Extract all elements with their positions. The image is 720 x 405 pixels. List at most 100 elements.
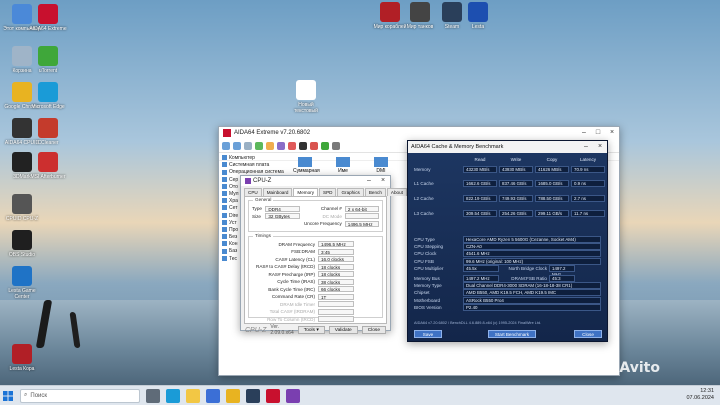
desktop-icon-label: CPUID CPU-Z: [5, 216, 39, 222]
steam-icon[interactable]: [246, 388, 260, 403]
search-input[interactable]: ⌕ Поиск: [20, 388, 140, 403]
report-icon[interactable]: [266, 141, 274, 150]
cpuz-taskbar-icon[interactable]: [286, 388, 300, 403]
info-label: North Bridge Clock: [508, 265, 547, 271]
forward-icon[interactable]: [233, 141, 241, 150]
close-button[interactable]: Close: [361, 326, 386, 334]
download-icon[interactable]: [321, 141, 329, 150]
benchmark-window: AIDA64 Cache & Memory Benchmark – × Read…: [407, 140, 608, 342]
content-item[interactable]: DMI: [369, 157, 393, 174]
aida64-taskbar-icon[interactable]: [266, 388, 280, 403]
timing-value: 16.0 clocks: [318, 256, 354, 263]
close-button[interactable]: ×: [376, 176, 390, 186]
desktop-icon[interactable]: Новый текстовый: [286, 80, 326, 114]
desktop-icon[interactable]: AIDA64 Extreme: [28, 4, 68, 32]
minimize-button[interactable]: –: [362, 176, 376, 186]
start-button[interactable]: [0, 386, 16, 405]
timing-row: RAS# to CAS# Delay (tRCD) 18 clocks: [252, 263, 379, 271]
up-icon[interactable]: [244, 141, 252, 150]
benchmark-titlebar[interactable]: AIDA64 Cache & Memory Benchmark – ×: [408, 141, 607, 153]
tab-spd[interactable]: SPD: [319, 188, 337, 196]
info-row: Memory Type Dual Channel DDR4-3000 SDRAM …: [414, 282, 601, 290]
minimize-button[interactable]: –: [577, 127, 591, 139]
uncore-value: 1496.5 MHz: [344, 220, 379, 227]
desktop-icon[interactable]: Lesta Game Center: [2, 266, 42, 300]
tools-button[interactable]: Tools ▾: [297, 326, 325, 334]
timing-value: [318, 316, 354, 323]
edge-icon[interactable]: [166, 388, 180, 403]
refresh-icon[interactable]: [255, 141, 263, 150]
tree-item-icon: [222, 234, 227, 240]
content-item-label: DMI: [376, 168, 386, 174]
timing-label: Bank Cycle Time (tRC): [268, 286, 315, 292]
content-item[interactable]: Име: [331, 157, 355, 174]
close-button[interactable]: Close: [574, 330, 602, 338]
close-button[interactable]: ×: [605, 127, 619, 139]
start-benchmark-button[interactable]: Start Benchmark: [488, 330, 536, 338]
sensor-icon[interactable]: [310, 141, 318, 150]
result-label: L3 Cache: [414, 210, 434, 216]
tab-memory[interactable]: Memory: [293, 188, 319, 196]
tab-about[interactable]: About: [386, 188, 407, 196]
desktop-icon[interactable]: CPUID CPU-Z: [2, 194, 42, 222]
cpuz-version: Ver. 2.09.0.x64: [270, 324, 294, 336]
tab-graphics[interactable]: Graphics: [337, 188, 364, 196]
timing-label: Row To Column (tRCD): [267, 316, 315, 322]
tree-item-icon: [222, 162, 227, 168]
cpuz-title: CPU-Z: [253, 178, 272, 184]
desktop-icon[interactable]: Lesta: [458, 2, 498, 30]
minimize-button[interactable]: –: [579, 141, 593, 153]
tab-cpu[interactable]: CPU: [244, 188, 262, 196]
size-value: 32 GBytes: [265, 213, 300, 220]
tree-item-icon: [222, 219, 227, 225]
info-label: Motherboard: [414, 297, 441, 303]
timing-label: FSB:DRAM: [291, 249, 315, 255]
result-value: 11.7 ns: [571, 209, 605, 217]
app-icon: [468, 2, 488, 22]
back-icon[interactable]: [222, 141, 230, 150]
cpuz-footer: CPU-Z Ver. 2.09.0.x64 Tools ▾ Validate C…: [241, 324, 390, 336]
memory-icon[interactable]: [299, 141, 307, 150]
app-icon: [380, 2, 400, 22]
tab-mainboard[interactable]: Mainboard: [262, 188, 293, 196]
desktop-icon[interactable]: OBS Studio: [2, 230, 42, 258]
chrome-icon[interactable]: [226, 388, 240, 403]
desktop-icon[interactable]: Microsoft Edge: [28, 82, 68, 110]
chart-icon[interactable]: [288, 141, 296, 150]
result-value: 749.93 GB/s: [499, 194, 533, 202]
content-item[interactable]: Суммарная: [293, 157, 320, 174]
validate-button[interactable]: Validate: [328, 326, 358, 334]
column-header: Write: [510, 157, 522, 162]
timing-label: DRAM Frequency: [278, 241, 315, 247]
desktop-icon[interactable]: MSI Afterburner: [28, 152, 68, 180]
tree-item-icon: [222, 241, 227, 247]
save-button[interactable]: Save: [414, 330, 442, 338]
aida64-titlebar[interactable]: AIDA64 Extreme v7.20.6802 – □ ×: [219, 127, 619, 139]
store-icon[interactable]: [206, 388, 220, 403]
desktop-icon[interactable]: Lesta Кора: [2, 344, 42, 372]
desktop-icon-label: AIDA64 Extreme: [29, 26, 67, 32]
maximize-button[interactable]: □: [591, 127, 605, 139]
desktop-icon-label: Lesta Game Center: [8, 288, 36, 300]
cpuz-titlebar[interactable]: CPU-Z – ×: [241, 176, 390, 186]
benchmark-results: Memory 43230 MB/s 43930 MB/s 41626 MB/s 70.9…: [414, 165, 607, 224]
tab-bench[interactable]: Bench: [364, 188, 386, 196]
task-view-icon[interactable]: [146, 388, 160, 403]
close-button[interactable]: ×: [593, 141, 607, 153]
column-header: Copy: [546, 157, 558, 162]
info-value: ASRock B550 Pro4: [463, 296, 601, 304]
tools-icon[interactable]: [332, 141, 340, 150]
result-value: 299.11 GB/s: [535, 209, 569, 217]
result-value: 41626 MB/s: [535, 165, 569, 173]
result-value: 788.50 GB/s: [535, 194, 569, 202]
clock-time: 12:31: [700, 388, 714, 394]
info-row: Memory Bus 1497.2 MHz DRAM:FSB Ratio 45:3: [414, 275, 601, 283]
user-icon[interactable]: [277, 141, 285, 150]
timing-label: Total CAS# (tRDRAM): [269, 309, 315, 315]
explorer-icon[interactable]: [186, 388, 200, 403]
desktop-icon[interactable]: CCleaner: [28, 118, 68, 146]
general-group: General Type DDR4 Channel # 2 x 64-bit S…: [248, 197, 383, 232]
desktop-icon[interactable]: uTorrent: [28, 46, 68, 74]
desktop-icon-label: Lesta Кора: [9, 366, 35, 372]
system-tray-clock[interactable]: 12:31 07.06.2024: [686, 388, 714, 402]
